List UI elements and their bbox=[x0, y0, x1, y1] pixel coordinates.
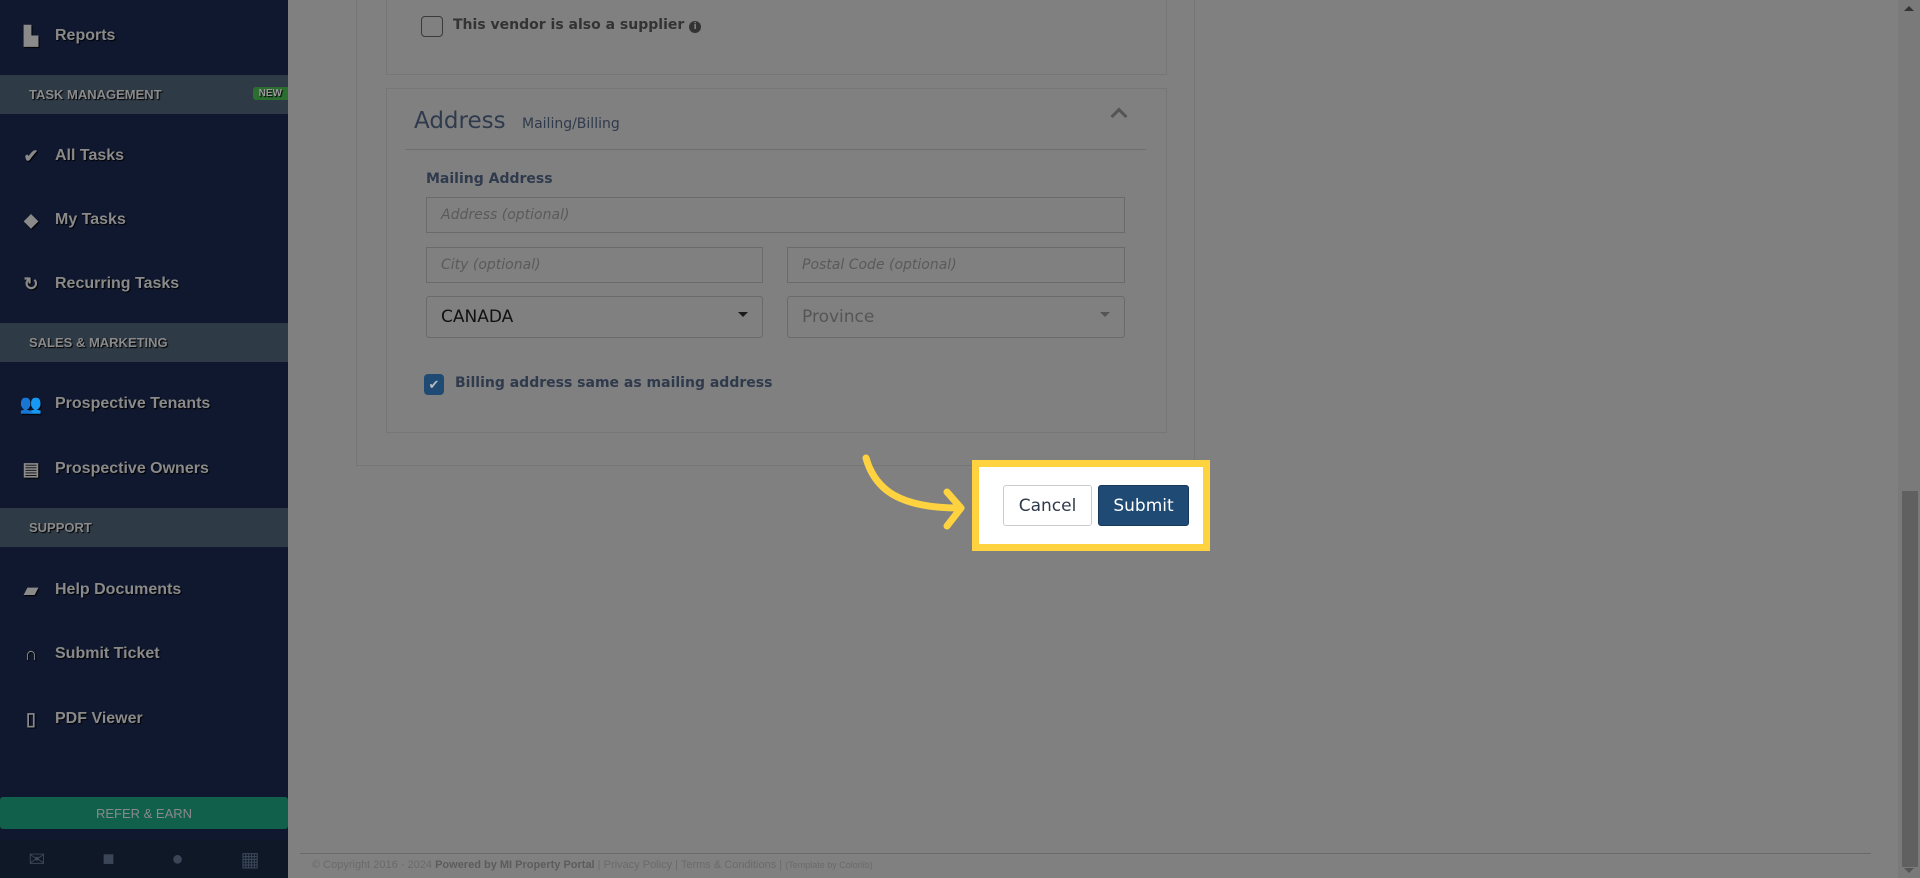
submit-button[interactable]: Submit bbox=[1098, 485, 1189, 526]
headphones-icon: ∩ bbox=[24, 643, 38, 664]
tag-icon: ◆ bbox=[24, 209, 38, 230]
address-subtitle: Mailing/Billing bbox=[522, 116, 620, 132]
sidebar-item-all-tasks[interactable]: ✔ All Tasks bbox=[0, 136, 288, 176]
template-credit[interactable]: (Template by Colorlib) bbox=[785, 860, 873, 870]
caret-down-icon bbox=[1100, 312, 1110, 317]
sidebar-item-reports[interactable]: ▙ Reports bbox=[0, 16, 288, 56]
billing-same-label: Billing address same as mailing address bbox=[455, 375, 773, 391]
mailing-address-label: Mailing Address bbox=[426, 171, 553, 187]
vendor-options-section bbox=[386, 0, 1167, 75]
address-title: Address bbox=[414, 108, 506, 134]
book-icon: ▰ bbox=[24, 579, 38, 600]
footer-divider bbox=[300, 853, 1871, 854]
section-sales-marketing: SALES & MARKETING bbox=[0, 323, 288, 362]
envelope-icon[interactable]: ✉ bbox=[29, 847, 46, 872]
sidebar-item-my-tasks[interactable]: ◆ My Tasks bbox=[0, 200, 288, 240]
divider bbox=[405, 149, 1146, 150]
supplier-checkbox[interactable] bbox=[421, 16, 443, 37]
powered-by-link[interactable]: Powered by MI Property Portal bbox=[435, 859, 595, 871]
briefcase-icon[interactable]: ■ bbox=[102, 848, 114, 871]
address-input[interactable]: Address (optional) bbox=[426, 197, 1125, 233]
cancel-button[interactable]: Cancel bbox=[1003, 485, 1092, 526]
terms-link[interactable]: Terms & Conditions bbox=[681, 859, 776, 871]
bar-chart-icon: ▙ bbox=[24, 25, 38, 46]
country-select[interactable]: CANADA bbox=[426, 296, 763, 338]
scroll-down-icon[interactable] bbox=[1904, 868, 1914, 873]
scrollbar[interactable] bbox=[1898, 0, 1920, 878]
sidebar-bottom-bar: ✉ ■ ● ▦ bbox=[0, 840, 288, 878]
section-support: SUPPORT bbox=[0, 508, 288, 547]
sidebar: ▙ Reports TASK MANAGEMENT NEW ✔ All Tasks ◆… bbox=[0, 0, 288, 878]
sidebar-item-help-documents[interactable]: ▰ Help Documents bbox=[0, 570, 288, 610]
calculator-icon[interactable]: ▦ bbox=[241, 847, 260, 872]
sidebar-item-prospective-tenants[interactable]: 👥 Prospective Tenants bbox=[0, 384, 288, 424]
user-icon[interactable]: ● bbox=[171, 848, 183, 871]
supplier-checkbox-label: This vendor is also a supplier i bbox=[453, 17, 702, 33]
postal-code-input[interactable]: Postal Code (optional) bbox=[787, 247, 1125, 283]
refer-earn-button[interactable]: REFER & EARN bbox=[0, 797, 288, 829]
footer: © Copyright 2016 - 2024 Powered by MI Pr… bbox=[312, 859, 873, 871]
check-icon: ✔ bbox=[23, 145, 39, 166]
province-select[interactable]: Province bbox=[787, 296, 1125, 338]
sidebar-item-prospective-owners[interactable]: ▤ Prospective Owners bbox=[0, 449, 288, 489]
privacy-policy-link[interactable]: Privacy Policy bbox=[604, 859, 672, 871]
new-badge: NEW bbox=[252, 87, 288, 100]
sidebar-item-recurring-tasks[interactable]: ↻ Recurring Tasks bbox=[0, 264, 288, 304]
pointer-arrow-icon bbox=[862, 454, 965, 530]
id-card-icon: ▤ bbox=[22, 458, 40, 479]
refresh-icon: ↻ bbox=[23, 273, 39, 294]
city-input[interactable]: City (optional) bbox=[426, 247, 763, 283]
users-icon: 👥 bbox=[19, 393, 43, 414]
scrollbar-thumb[interactable] bbox=[1902, 491, 1918, 867]
info-icon[interactable]: i bbox=[689, 21, 702, 33]
sidebar-item-submit-ticket[interactable]: ∩ Submit Ticket bbox=[0, 634, 288, 674]
caret-down-icon bbox=[738, 312, 748, 317]
billing-same-checkbox[interactable]: ✔ bbox=[424, 374, 444, 395]
section-task-management: TASK MANAGEMENT NEW bbox=[0, 75, 288, 114]
sidebar-item-pdf-viewer[interactable]: ▯ PDF Viewer bbox=[0, 699, 288, 739]
scroll-up-icon[interactable] bbox=[1904, 6, 1914, 11]
pdf-file-icon: ▯ bbox=[26, 708, 36, 729]
